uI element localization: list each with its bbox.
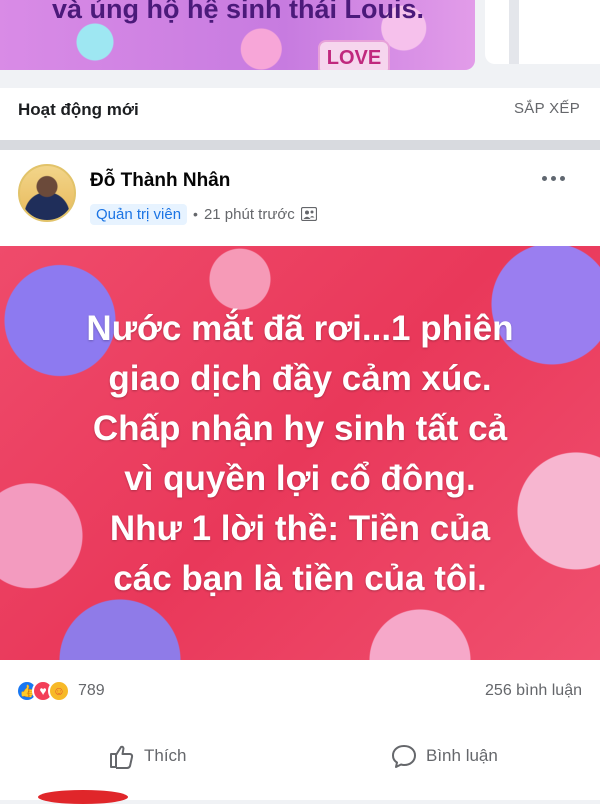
section-divider (0, 140, 600, 150)
post-text-line: vì quyền lợi cổ đông. (124, 459, 476, 498)
previous-post-image[interactable]: và ủng hộ hệ sinh thái Louis. LOVE (0, 0, 475, 70)
post-actions: Thích Bình luận (0, 730, 600, 790)
red-annotation-mark (38, 790, 128, 804)
section-title: Hoạt động mới (18, 100, 139, 119)
more-dot (551, 175, 556, 181)
thumbs-up-icon (110, 745, 134, 769)
comment-count[interactable]: 256 bình luận (485, 682, 582, 700)
comment-label: Bình luận (426, 746, 498, 765)
post-image-text: Nước mắt đã rơi...1 phiên giao dịch đầy … (30, 304, 570, 604)
love-badge: LOVE (318, 40, 390, 70)
post-text-line: Chấp nhận hy sinh tất cả (92, 409, 508, 448)
post-meta: Quản trị viên • 21 phút trước (90, 202, 317, 226)
meta-separator: • (193, 206, 198, 222)
care-reaction-icon: ☺ (48, 680, 70, 702)
previous-post-caption: và ủng hộ hệ sinh thái Louis. (52, 0, 425, 24)
like-button[interactable]: Thích (108, 742, 187, 770)
sort-button[interactable]: SẮP XẾP (514, 100, 580, 117)
card-divider (509, 0, 519, 64)
comment-button[interactable]: Bình luận (390, 742, 498, 770)
like-label: Thích (144, 746, 187, 765)
post-text-line: Nước mắt đã rơi...1 phiên (86, 309, 514, 348)
comment-icon (392, 745, 416, 768)
group-icon (300, 207, 317, 221)
previous-post-strip: và ủng hộ hệ sinh thái Louis. LOVE (0, 0, 600, 88)
author-name[interactable]: Đỗ Thành Nhân (90, 170, 230, 192)
feed-post: Đỗ Thành Nhân Quản trị viên • 21 phút tr… (0, 150, 600, 804)
more-options-icon[interactable] (542, 172, 572, 184)
more-dot (542, 175, 547, 181)
post-text-line: Như 1 lời thề: Tiền của (109, 509, 491, 548)
reaction-summary[interactable]: 👍 ♥ ☺ 789 (16, 680, 105, 702)
reaction-count: 789 (78, 682, 105, 699)
author-avatar[interactable] (18, 164, 76, 222)
activity-section-header: Hoạt động mới SẮP XẾP (0, 88, 600, 140)
admin-badge[interactable]: Quản trị viên (90, 203, 188, 225)
post-text-background[interactable]: Nước mắt đã rơi...1 phiên giao dịch đầy … (0, 246, 600, 660)
post-text-line: các bạn là tiền của tôi. (113, 559, 487, 598)
more-dot (560, 175, 565, 181)
post-time[interactable]: 21 phút trước (204, 206, 295, 223)
adjacent-card[interactable] (485, 0, 600, 64)
post-text-line: giao dịch đầy cảm xúc. (108, 359, 492, 398)
